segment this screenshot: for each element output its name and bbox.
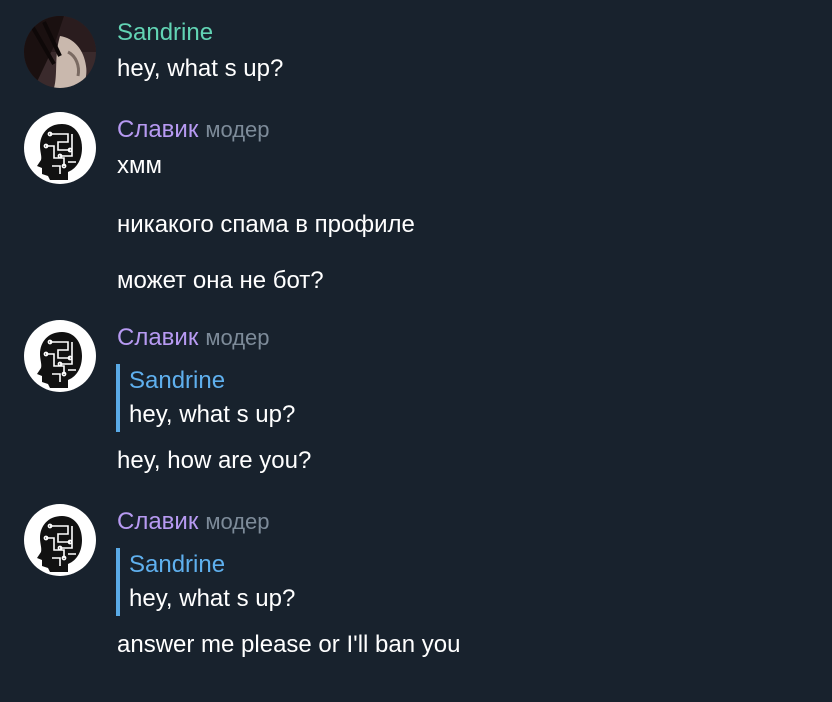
message-author: Славик модер	[117, 116, 270, 144]
message-text: хмм	[117, 152, 162, 179]
reply-quote[interactable]: Sandrine hey, what s up?	[116, 364, 529, 432]
message-text: никакого спама в профиле	[117, 211, 415, 238]
reply-author: Sandrine	[129, 551, 226, 578]
role-badge: модер	[205, 509, 270, 534]
message-author: Славик модер	[117, 324, 270, 352]
author-name[interactable]: Славик	[117, 508, 198, 535]
head-silhouette-icon	[36, 123, 83, 181]
message-text: может она не бот?	[117, 267, 324, 294]
message-author: Славик модер	[117, 508, 270, 536]
message-author[interactable]: Sandrine	[117, 19, 213, 47]
photo-avatar-icon	[24, 16, 96, 88]
head-silhouette-icon	[36, 331, 83, 389]
author-name[interactable]: Славик	[117, 116, 198, 143]
sandrine-avatar[interactable]	[24, 16, 96, 88]
author-name[interactable]: Славик	[117, 324, 198, 351]
head-silhouette-icon	[36, 515, 83, 573]
reply-text: hey, what s up?	[129, 585, 296, 612]
reply-quote[interactable]: Sandrine hey, what s up?	[116, 548, 529, 616]
reply-text: hey, what s up?	[129, 401, 296, 428]
author-name[interactable]: Sandrine	[117, 19, 213, 46]
slavik-avatar[interactable]	[24, 320, 96, 392]
reply-author: Sandrine	[129, 367, 226, 394]
slavik-avatar[interactable]	[24, 112, 96, 184]
message-text: hey, how are you?	[117, 447, 312, 474]
message-text: answer me please or I'll ban you	[117, 631, 461, 658]
slavik-avatar[interactable]	[24, 504, 96, 576]
role-badge: модер	[205, 325, 270, 350]
message-text: hey, what s up?	[117, 55, 284, 82]
role-badge: модер	[205, 117, 270, 142]
